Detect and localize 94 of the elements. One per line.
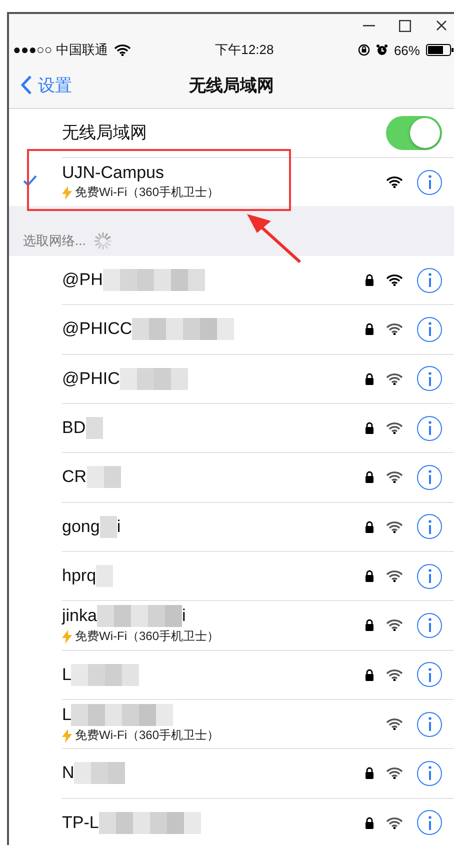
wifi-signal-icon (386, 372, 403, 385)
pixelated-redaction (86, 466, 121, 488)
info-button[interactable] (417, 514, 442, 540)
info-button[interactable] (417, 464, 442, 490)
wifi-signal-icon (386, 274, 403, 286)
chevron-left-icon (21, 75, 32, 96)
network-name: hprq (62, 566, 96, 586)
info-button[interactable] (417, 612, 442, 638)
info-icon (426, 618, 432, 632)
network-subtitle: 免费Wi-Fi（360手机卫士） (75, 727, 220, 744)
lock-icon (365, 767, 374, 780)
rotation-lock-icon (358, 44, 370, 56)
info-icon (426, 470, 432, 484)
info-icon (426, 372, 432, 386)
network-name-end: i (182, 606, 186, 626)
network-name: L (62, 705, 72, 726)
network-name-end: i (116, 516, 121, 537)
info-button[interactable] (417, 366, 442, 392)
network-name: N (62, 763, 74, 784)
lightning-icon (62, 630, 72, 644)
back-button[interactable]: 设置 (9, 74, 72, 97)
info-button[interactable] (417, 316, 442, 342)
info-icon (426, 322, 432, 336)
info-icon (426, 816, 432, 830)
battery-percent: 66% (394, 42, 420, 58)
alarm-icon (376, 44, 388, 56)
info-button[interactable] (417, 564, 442, 589)
network-name: @PHIC (62, 368, 120, 389)
info-button[interactable] (417, 810, 442, 836)
lock-icon (365, 471, 374, 484)
wifi-signal-icon (386, 520, 403, 533)
network-name: TP-L (62, 812, 99, 833)
lock-icon (365, 372, 374, 385)
info-icon (426, 717, 432, 732)
pointer-arrow (244, 212, 304, 264)
pixelated-redaction (86, 417, 103, 440)
wifi-signal-icon (386, 471, 403, 484)
wifi-signal-icon (386, 323, 403, 336)
info-icon (426, 273, 432, 288)
info-button[interactable] (417, 170, 442, 195)
section-header: 选取网络... (23, 232, 86, 250)
maximize-icon[interactable] (398, 18, 412, 33)
lock-icon (365, 520, 374, 533)
wifi-signal-icon (386, 767, 403, 780)
wifi-signal-icon (386, 619, 403, 632)
status-time: 下午12:28 (215, 41, 274, 60)
lock-icon (365, 323, 374, 336)
info-icon (426, 175, 432, 190)
close-icon[interactable] (434, 18, 448, 33)
info-icon (426, 520, 432, 534)
lightning-icon (62, 728, 72, 743)
network-name: jinka (62, 606, 97, 626)
lock-icon (365, 619, 374, 632)
info-button[interactable] (417, 416, 442, 441)
pixelated-redaction (100, 516, 117, 538)
wifi-signal-icon (386, 718, 403, 730)
lock-icon (365, 668, 374, 681)
network-name: UJN-Campus (62, 163, 166, 184)
pixelated-redaction (71, 664, 140, 686)
info-icon (426, 421, 432, 436)
lock-icon (365, 422, 374, 434)
info-icon (426, 766, 432, 780)
info-icon (426, 569, 432, 584)
network-subtitle: 免费Wi-Fi（360手机卫士） (75, 628, 220, 646)
carrier-label: ●●●○○ 中国联通 (13, 41, 108, 60)
page-title: 无线局域网 (189, 74, 274, 97)
wifi-toggle-label: 无线局域网 (62, 122, 148, 144)
lock-icon (365, 274, 374, 286)
loading-spinner-icon (94, 232, 112, 250)
network-name: L (62, 664, 72, 685)
wifi-toggle[interactable] (386, 116, 442, 150)
info-button[interactable] (417, 268, 442, 293)
wifi-signal-icon (114, 44, 131, 56)
info-button[interactable] (417, 760, 442, 786)
info-button[interactable] (417, 662, 442, 688)
network-name: gong (62, 516, 100, 537)
network-name: @PH (62, 270, 103, 290)
network-subtitle: 免费Wi-Fi（360手机卫士） (75, 184, 220, 202)
wifi-signal-icon (386, 422, 403, 434)
pixelated-redaction (74, 762, 126, 784)
info-icon (426, 668, 432, 682)
network-name: BD (62, 418, 86, 438)
wifi-signal-icon (386, 668, 403, 681)
lock-icon (365, 570, 374, 582)
network-name: CR (62, 467, 87, 488)
network-name: @PHICC (62, 319, 132, 340)
info-button[interactable] (417, 712, 442, 737)
lock-icon (365, 816, 374, 829)
lightning-icon (62, 186, 72, 200)
wifi-signal-icon (386, 816, 403, 829)
wifi-signal-icon (386, 570, 403, 582)
wifi-signal-icon (386, 176, 403, 188)
battery-icon (426, 44, 454, 56)
pixelated-redaction (120, 368, 188, 390)
